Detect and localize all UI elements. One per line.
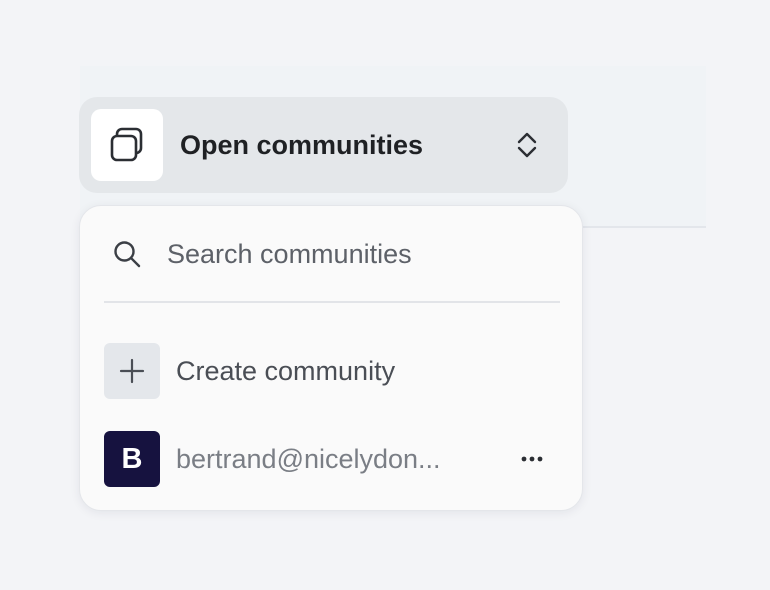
- search-row: [104, 230, 560, 278]
- create-icon-box: [104, 343, 160, 399]
- more-horizontal-icon: [521, 456, 543, 462]
- community-list-item[interactable]: B bertrand@nicelydon...: [104, 431, 560, 487]
- stacked-squares-icon: [110, 127, 143, 162]
- community-logo: [91, 109, 163, 181]
- search-icon: [114, 241, 141, 268]
- search-communities-input[interactable]: [167, 234, 547, 274]
- community-name: bertrand@nicelydon...: [176, 444, 441, 474]
- community-avatar: B: [104, 431, 160, 487]
- plus-icon: [119, 358, 145, 384]
- community-more-button[interactable]: [512, 443, 552, 475]
- chevron-up-down-icon: [517, 132, 537, 158]
- communities-dropdown: Create community B bertrand@nicelydon...: [79, 205, 583, 511]
- create-community-label: Create community: [176, 356, 396, 386]
- divider: [104, 301, 560, 303]
- current-community-label: Open communities: [180, 130, 424, 160]
- community-switcher-button[interactable]: Open communities: [79, 97, 568, 193]
- create-community-button[interactable]: Create community: [104, 343, 560, 399]
